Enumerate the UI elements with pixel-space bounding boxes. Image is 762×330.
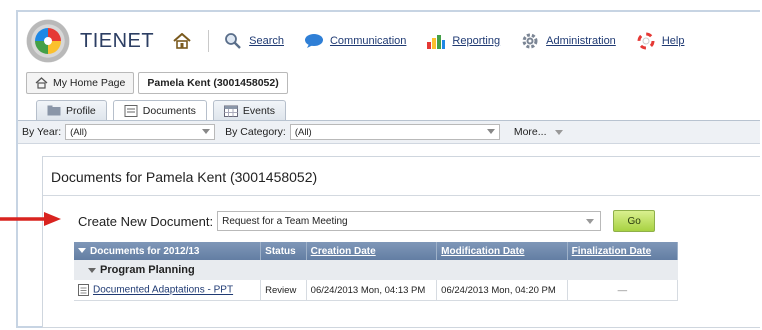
column-header-documents[interactable]: Documents for 2012/13: [74, 242, 262, 260]
chevron-down-icon: [586, 219, 595, 224]
red-arrow-icon: [0, 212, 61, 226]
divider: [43, 195, 760, 196]
creation-date-cell: 06/24/2013 Mon, 04:13 PM: [306, 280, 438, 301]
collapse-icon: [88, 267, 96, 273]
tab-events[interactable]: Events: [212, 100, 286, 120]
document-icon: [78, 284, 89, 296]
more-filters-button[interactable]: More...: [514, 126, 563, 138]
breadcrumb: My Home Page Pamela Kent (3001458052): [26, 72, 288, 94]
modification-date-cell: 06/24/2013 Mon, 04:20 PM: [436, 280, 568, 301]
tab-profile[interactable]: Profile: [36, 100, 107, 120]
breadcrumb-current-student[interactable]: Pamela Kent (3001458052): [138, 72, 288, 94]
nav-separator: [208, 30, 210, 52]
filter-bar: By Year: (All) By Category: (All) More..…: [18, 120, 760, 144]
status-cell: Review: [260, 280, 307, 301]
gear-icon: [520, 31, 540, 51]
category-filter-select[interactable]: (All): [289, 124, 500, 140]
breadcrumb-home[interactable]: My Home Page: [26, 72, 135, 94]
folder-icon: [47, 105, 61, 116]
document-type-select[interactable]: Request for a Team Meeting: [217, 211, 602, 231]
document-icon: [124, 104, 138, 117]
home-icon[interactable]: [172, 31, 192, 51]
panel-title: Documents for Pamela Kent (3001458052): [51, 169, 318, 185]
create-document-row: Create New Document: Request for a Team …: [78, 210, 656, 232]
search-icon: [223, 31, 243, 51]
table-row: Documented Adaptations - PPT Review 06/2…: [74, 280, 679, 301]
bar-chart-icon: [426, 31, 446, 51]
finalization-date-cell: —: [567, 280, 679, 301]
collapse-icon: [78, 248, 86, 254]
column-header-status: Status: [260, 242, 307, 260]
tienet-logo: [24, 17, 72, 65]
document-link[interactable]: Documented Adaptations - PPT: [74, 280, 262, 301]
chevron-down-icon: [202, 129, 211, 134]
column-header-modification-date[interactable]: Modification Date: [436, 242, 568, 260]
documents-table: Documents for 2012/13 Status Creation Da…: [74, 242, 679, 301]
calendar-icon: [223, 105, 238, 117]
nav-reporting-link[interactable]: Reporting: [426, 31, 500, 51]
category-filter-label: By Category:: [225, 126, 286, 138]
chevron-down-icon: [486, 129, 495, 134]
year-filter-label: By Year:: [22, 126, 62, 138]
brand-name: TIENET: [80, 29, 155, 52]
go-button[interactable]: Go: [613, 210, 656, 232]
nav-help-link[interactable]: Help: [636, 31, 684, 51]
year-filter-select[interactable]: (All): [65, 124, 216, 140]
nav-search-link[interactable]: Search: [223, 31, 284, 51]
group-row[interactable]: Program Planning: [74, 260, 678, 280]
home-icon: [35, 77, 48, 89]
lifebuoy-icon: [636, 31, 656, 51]
nav-communication-link[interactable]: Communication: [304, 31, 406, 51]
create-document-label: Create New Document:: [78, 213, 214, 229]
tab-documents[interactable]: Documents: [112, 100, 207, 120]
chat-bubble-icon: [304, 31, 324, 51]
nav-administration-link[interactable]: Administration: [520, 31, 616, 51]
table-header-row: Documents for 2012/13 Status Creation Da…: [74, 242, 679, 260]
top-navigation: TIENET Search Communication Reporting Ad…: [20, 12, 760, 70]
tab-bar: Profile Documents Events: [36, 100, 292, 120]
column-header-creation-date[interactable]: Creation Date: [306, 242, 438, 260]
chevron-down-icon: [554, 129, 563, 135]
column-header-finalization-date[interactable]: Finalization Date: [567, 242, 679, 260]
